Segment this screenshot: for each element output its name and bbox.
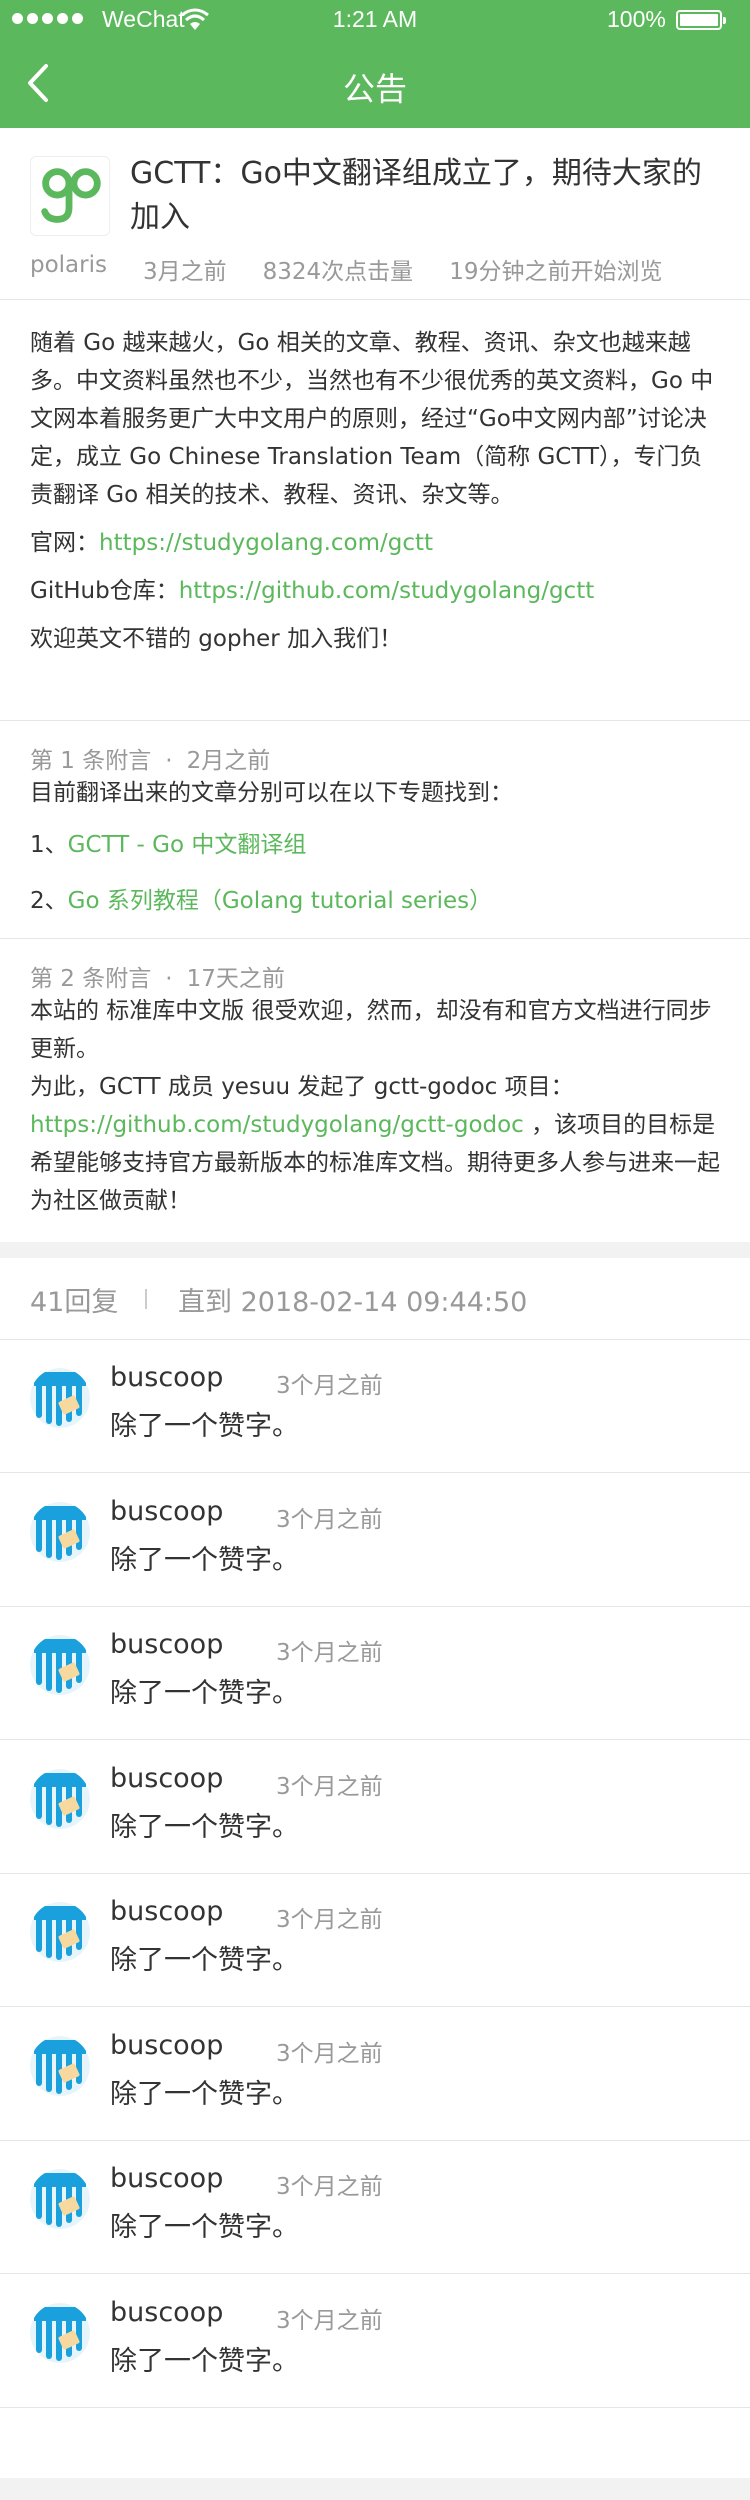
appendix-1-item-2: 2、Go 系列教程（Golang tutorial series）	[30, 882, 725, 920]
reply-item[interactable]: buscoop 3个月之前 除了一个赞字。	[0, 1474, 750, 1607]
reply-last-time: 直到 2018-02-14 09:44:50	[178, 1287, 528, 1318]
reply-username[interactable]: buscoop	[110, 2297, 223, 2328]
reply-time: 3个月之前	[276, 1640, 383, 1666]
reply-item[interactable]: buscoop 3个月之前 除了一个赞字。	[0, 2008, 750, 2141]
reply-content: 除了一个赞字。	[110, 2212, 299, 2243]
gctt-logo-icon	[30, 156, 110, 236]
gctt-topic-link[interactable]: GCTT - Go 中文翻译组	[68, 832, 307, 858]
reply-content: 除了一个赞字。	[110, 1678, 299, 1709]
user-avatar[interactable]	[30, 1768, 90, 1829]
user-avatar[interactable]	[30, 1902, 90, 1962]
welcome-text: 欢迎英文不错的 gopher 加入我们！	[30, 626, 403, 652]
go-tutorial-topic-link[interactable]: Go 系列教程（Golang tutorial series）	[68, 888, 493, 914]
article-title: GCTT：Go中文翻译组成立了，期待大家的加入	[130, 156, 702, 235]
reply-content: 除了一个赞字。	[110, 2078, 299, 2110]
appendix-2-text-2: 为此，GCTT 成员 yesuu 发起了 gctt-godoc 项目：	[30, 1074, 574, 1100]
section-separator	[0, 1242, 750, 1258]
reply-content: 除了一个赞字。	[110, 1811, 299, 1843]
github-line: GitHub仓库：https://github.com/studygolang/…	[30, 572, 725, 610]
appendix-1-intro: 目前翻译出来的文章分别可以在以下专题找到：	[30, 780, 513, 806]
battery-percentage: 100%	[607, 6, 666, 32]
appendix-2-text-1: 本站的 标准库中文版 很受欢迎，然而，却没有和官方文档进行同步更新。	[30, 998, 712, 1062]
reply-content: 除了一个赞字。	[110, 1544, 299, 1576]
appendix-1-time: 2月之前	[186, 748, 271, 774]
reply-username[interactable]: buscoop	[110, 2030, 223, 2061]
reply-item[interactable]: buscoop 3个月之前 除了一个赞字。	[0, 1340, 750, 1473]
appendix-1-item-1: 1、GCTT - Go 中文翻译组	[30, 826, 725, 864]
article-meta: polaris 3月之前 8324次点击量 19分钟之前开始浏览	[30, 252, 698, 286]
reply-time: 3个月之前	[276, 1773, 383, 1800]
reply-time: 3个月之前	[276, 2040, 383, 2067]
reply-username[interactable]: buscoop	[110, 1763, 223, 1794]
reply-item[interactable]: buscoop 3个月之前 除了一个赞字。	[0, 1607, 750, 1740]
appendix-2-time: 17天之前	[186, 966, 285, 992]
separator-dot: ·	[165, 748, 173, 774]
reply-item[interactable]: buscoop 3个月之前 除了一个赞字。	[0, 2275, 750, 2408]
website-label: 官网：	[30, 530, 99, 556]
appendix-2-label: 第 2 条附言	[30, 966, 152, 992]
user-avatar[interactable]	[30, 2169, 90, 2229]
divider	[0, 720, 750, 721]
appendix-2-text-3: https://github.com/studygolang/gctt-godo…	[30, 1106, 725, 1220]
bottom-band	[0, 2478, 750, 2500]
article-posted-time: 3月之前	[143, 259, 227, 285]
reply-username[interactable]: buscoop	[110, 1496, 223, 1527]
appendix-1-label: 第 1 条附言	[30, 748, 152, 774]
article-paragraph: 随着 Go 越来越火，Go 相关的文章、教程、资讯、杂文也越来越多。中文资料虽然…	[30, 330, 714, 508]
reply-content: 除了一个赞字。	[110, 1945, 299, 1976]
reply-time: 3个月之前	[276, 2174, 383, 2200]
reply-time: 3个月之前	[276, 2307, 383, 2334]
item-1-prefix: 1、	[30, 832, 68, 858]
item-2-prefix: 2、	[30, 888, 68, 914]
reply-content: 除了一个赞字。	[110, 2345, 299, 2377]
article-last-browse: 19分钟之前开始浏览	[449, 259, 663, 285]
article-body: 随着 Go 越来越火，Go 相关的文章、教程、资讯、杂文也越来越多。中文资料虽然…	[30, 324, 725, 668]
reply-item[interactable]: buscoop 3个月之前 除了一个赞字。	[0, 2141, 750, 2274]
website-line: 官网：https://studygolang.com/gctt	[30, 524, 725, 562]
user-avatar[interactable]	[30, 1635, 90, 1695]
article-author[interactable]: polaris	[30, 252, 107, 286]
reply-item[interactable]: buscoop 3个月之前 除了一个赞字。	[0, 1874, 750, 2007]
appendix-1: 第 1 条附言 · 2月之前 目前翻译出来的文章分别可以在以下专题找到： 1、GCT…	[30, 742, 725, 920]
app-header: WeChat 1:21 AM 100% 公告	[0, 0, 750, 128]
reply-username[interactable]: buscoop	[110, 1896, 223, 1927]
reply-content: 除了一个赞字。	[110, 1411, 299, 1442]
gctt-godoc-link[interactable]: https://github.com/studygolang/gctt-godo…	[30, 1112, 524, 1138]
user-avatar[interactable]	[30, 2035, 90, 2096]
appendix-2: 第 2 条附言 · 17天之前 本站的 标准库中文版 很受欢迎，然而，却没有和官方文…	[30, 960, 725, 1220]
website-link[interactable]: https://studygolang.com/gctt	[99, 530, 433, 556]
status-bar: WeChat 1:21 AM 100%	[0, 0, 750, 40]
divider	[0, 938, 750, 939]
page-title: 公告	[342, 70, 407, 108]
reply-time: 3个月之前	[276, 1907, 383, 1933]
user-avatar[interactable]	[30, 1368, 90, 1428]
user-avatar[interactable]	[30, 2302, 90, 2363]
navigation-bar: 公告	[0, 40, 750, 128]
article-header: GCTT：Go中文翻译组成立了，期待大家的加入 polaris 3月之前 832…	[0, 128, 750, 300]
reply-count: 41回复	[30, 1287, 119, 1318]
reply-username[interactable]: buscoop	[110, 1629, 223, 1660]
separator-dot: ·	[165, 966, 173, 992]
reply-username[interactable]: buscoop	[110, 1362, 223, 1393]
replies-header: 41回复 直到 2018-02-14 09:44:50	[0, 1258, 750, 1340]
github-label: GitHub仓库：	[30, 578, 179, 604]
reply-item[interactable]: buscoop 3个月之前 除了一个赞字。	[0, 1741, 750, 1874]
battery-icon	[676, 10, 726, 30]
user-avatar[interactable]	[30, 1501, 90, 1562]
reply-time: 3个月之前	[276, 1506, 383, 1533]
article-click-count: 8324次点击量	[262, 259, 414, 285]
github-link[interactable]: https://github.com/studygolang/gctt	[179, 578, 595, 604]
vertical-divider	[145, 1289, 147, 1309]
reply-username[interactable]: buscoop	[110, 2163, 223, 2194]
reply-time: 3个月之前	[276, 1373, 383, 1399]
